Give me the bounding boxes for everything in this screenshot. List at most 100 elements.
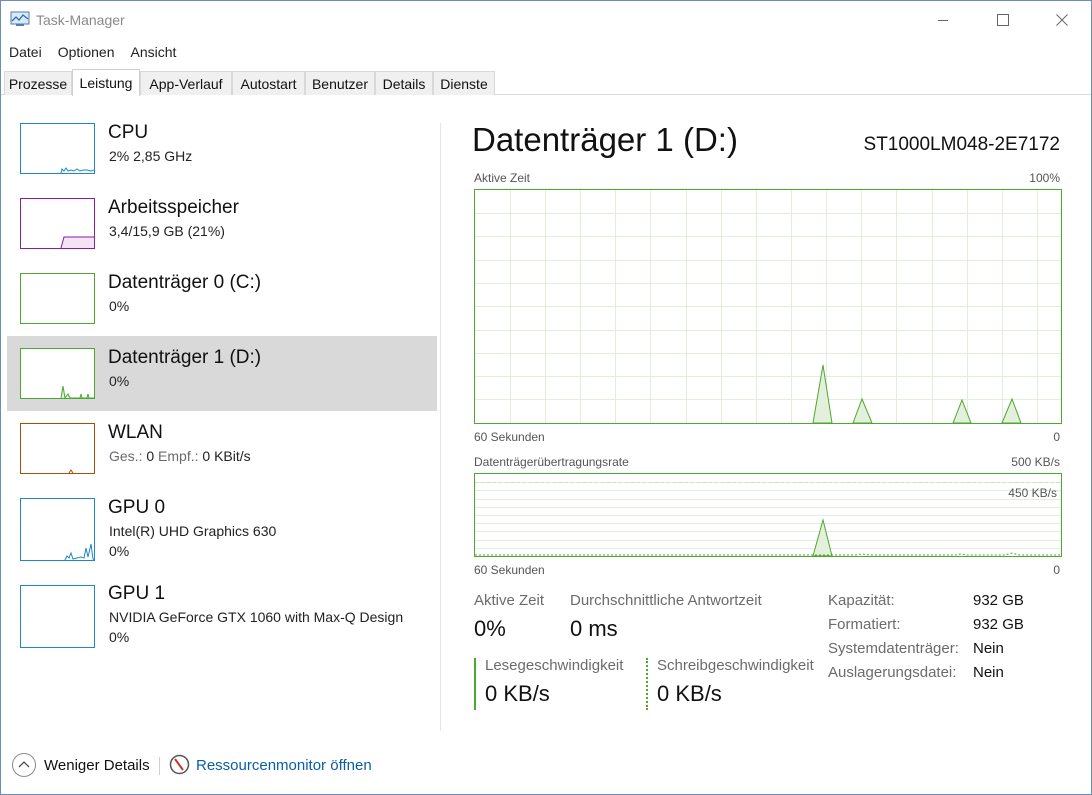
resource-monitor-icon[interactable] <box>169 754 190 775</box>
sidebar-gpu1-name: NVIDIA GeForce GTX 1060 with Max-Q Desig… <box>109 609 404 625</box>
tab-autostart[interactable]: Autostart <box>232 71 305 95</box>
tab-benutzer[interactable]: Benutzer <box>305 71 375 95</box>
tab-leistung[interactable]: Leistung <box>72 69 140 96</box>
sidebar-gpu0-name: Intel(R) UHD Graphics 630 <box>109 523 277 539</box>
tab-details[interactable]: Details <box>375 71 433 95</box>
wlan-mini-chart <box>68 469 74 473</box>
write-speed-value: 0 KB/s <box>657 681 722 706</box>
pane-divider[interactable] <box>440 123 441 731</box>
transfer-baseline <box>475 552 1061 556</box>
close-button[interactable] <box>1039 1 1085 39</box>
read-speed-value: 0 KB/s <box>485 681 550 706</box>
write-speed-label: Schreibgeschwindigkeit <box>657 657 814 674</box>
disk-model: ST1000LM048-2E7172 <box>863 134 1060 155</box>
activity-spike <box>952 398 972 423</box>
transfer-rate-graph: 450 KB/s <box>474 473 1062 557</box>
formatted-value: 932 GB <box>973 616 1024 633</box>
sidebar-item-disk-0[interactable]: Datenträger 0 (C:) 0% <box>7 261 437 336</box>
gpu1-thumbnail-graph <box>20 585 95 648</box>
menu-datei[interactable]: Datei <box>1 41 50 63</box>
transfer-rate-graph-max: 500 KB/s <box>1011 455 1060 469</box>
memory-mini-chart <box>60 236 94 248</box>
sidebar-memory-usage: 3,4/15,9 GB (21%) <box>109 223 225 239</box>
cpu-thumbnail-graph <box>20 123 95 174</box>
maximize-icon <box>997 14 1009 26</box>
tab-dienste[interactable]: Dienste <box>433 71 495 95</box>
sidebar-item-wlan[interactable]: WLAN Ges.: 0 Empf.: 0 KBit/s <box>7 411 437 486</box>
read-speed-indicator <box>474 658 476 710</box>
write-speed-indicator <box>646 658 648 710</box>
tab-app-verlauf[interactable]: App-Verlauf <box>140 71 232 95</box>
sidebar-item-disk-1[interactable]: Datenträger 1 (D:) 0% <box>7 336 437 411</box>
menu-optionen[interactable]: Optionen <box>50 41 123 63</box>
chevron-up-icon <box>18 761 30 768</box>
activity-spike <box>812 364 833 423</box>
sidebar-disk1-usage: 0% <box>109 373 130 389</box>
active-time-graph-label: Aktive Zeit <box>474 171 531 185</box>
sidebar-cpu-usage: 2% 2,85 GHz <box>109 148 193 164</box>
sidebar-disk0-title: Datenträger 0 (C:) <box>108 272 262 293</box>
wlan-thumbnail-graph <box>20 423 95 474</box>
sidebar-cpu-title: CPU <box>108 122 149 143</box>
activity-spike <box>1001 397 1022 423</box>
cpu-mini-chart <box>60 167 94 173</box>
task-manager-window: Task-Manager Datei Optionen Ansicht Proz… <box>0 0 1092 795</box>
page-file-label: Auslagerungsdatei: <box>828 664 957 681</box>
title-bar[interactable]: Task-Manager <box>1 1 1091 39</box>
wlan-receive-label: Empf.: <box>158 448 199 464</box>
active-time-graph <box>474 189 1062 424</box>
sidebar-gpu0-title: GPU 0 <box>108 497 166 518</box>
tab-prozesse[interactable]: Prozesse <box>4 71 72 95</box>
sidebar-item-gpu-1[interactable]: GPU 1 NVIDIA GeForce GTX 1060 with Max-Q… <box>7 572 437 648</box>
gpu0-mini-chart <box>64 543 94 560</box>
transfer-spike <box>812 518 833 556</box>
maximize-button[interactable] <box>980 1 1026 39</box>
sidebar-wlan-title: WLAN <box>108 422 163 443</box>
detail-title: Datenträger 1 (D:) <box>472 121 738 158</box>
system-disk-value: Nein <box>973 640 1004 657</box>
response-time-stat-label: Durchschnittliche Antwortzeit <box>570 592 762 609</box>
sidebar-gpu1-title: GPU 1 <box>108 583 166 604</box>
menu-ansicht[interactable]: Ansicht <box>123 41 185 63</box>
active-time-stat-label: Aktive Zeit <box>474 592 545 609</box>
fewer-details-link[interactable]: Weniger Details <box>44 757 150 774</box>
active-time-graph-plot <box>475 190 1061 423</box>
transfer-rate-graph-plot <box>475 482 1061 556</box>
system-disk-label: Systemdatenträger: <box>828 640 959 657</box>
sidebar-gpu1-usage: 0% <box>109 629 130 645</box>
sidebar-item-memory[interactable]: Arbeitsspeicher 3,4/15,9 GB (21%) <box>7 186 437 261</box>
response-time-stat-value: 0 ms <box>570 616 618 641</box>
disk1-mini-chart <box>60 385 94 398</box>
wlan-send-label: Ges.: <box>109 448 143 464</box>
wlan-receive-value: 0 KBit/s <box>202 448 251 464</box>
minimize-button[interactable] <box>920 1 966 39</box>
active-time-graph-min: 0 <box>1053 430 1060 444</box>
active-time-graph-timespan: 60 Sekunden <box>474 430 545 444</box>
open-resource-monitor-link[interactable]: Ressourcenmonitor öffnen <box>196 757 372 774</box>
gpu0-thumbnail-graph <box>20 498 95 561</box>
minimize-icon <box>938 20 948 21</box>
sidebar-gpu0-usage: 0% <box>109 543 130 559</box>
tab-bar: Prozesse Leistung App-Verlauf Autostart … <box>1 69 1091 96</box>
formatted-label: Formatiert: <box>828 616 901 633</box>
page-file-value: Nein <box>973 664 1004 681</box>
sidebar-disk0-usage: 0% <box>109 298 130 314</box>
fewer-details-button[interactable] <box>12 753 36 777</box>
disk1-thumbnail-graph <box>20 348 95 399</box>
capacity-label: Kapazität: <box>828 592 895 609</box>
transfer-rate-graph-label: Datenträgerübertragungsrate <box>474 455 629 469</box>
memory-thumbnail-graph <box>20 198 95 249</box>
activity-spike <box>852 397 873 423</box>
menu-bar: Datei Optionen Ansicht <box>1 41 184 63</box>
active-time-stat-value: 0% <box>474 616 506 641</box>
task-manager-app-icon <box>10 11 30 26</box>
footer-separator <box>159 757 160 775</box>
sidebar-item-cpu[interactable]: CPU 2% 2,85 GHz <box>7 111 437 186</box>
disk0-thumbnail-graph <box>20 273 95 324</box>
window-title: Task-Manager <box>36 12 125 28</box>
close-icon <box>1056 14 1068 26</box>
transfer-rate-graph-timespan: 60 Sekunden <box>474 563 545 577</box>
read-speed-label: Lesegeschwindigkeit <box>485 657 624 674</box>
wlan-send-value: 0 <box>146 448 155 464</box>
sidebar-item-gpu-0[interactable]: GPU 0 Intel(R) UHD Graphics 630 0% <box>7 486 437 561</box>
